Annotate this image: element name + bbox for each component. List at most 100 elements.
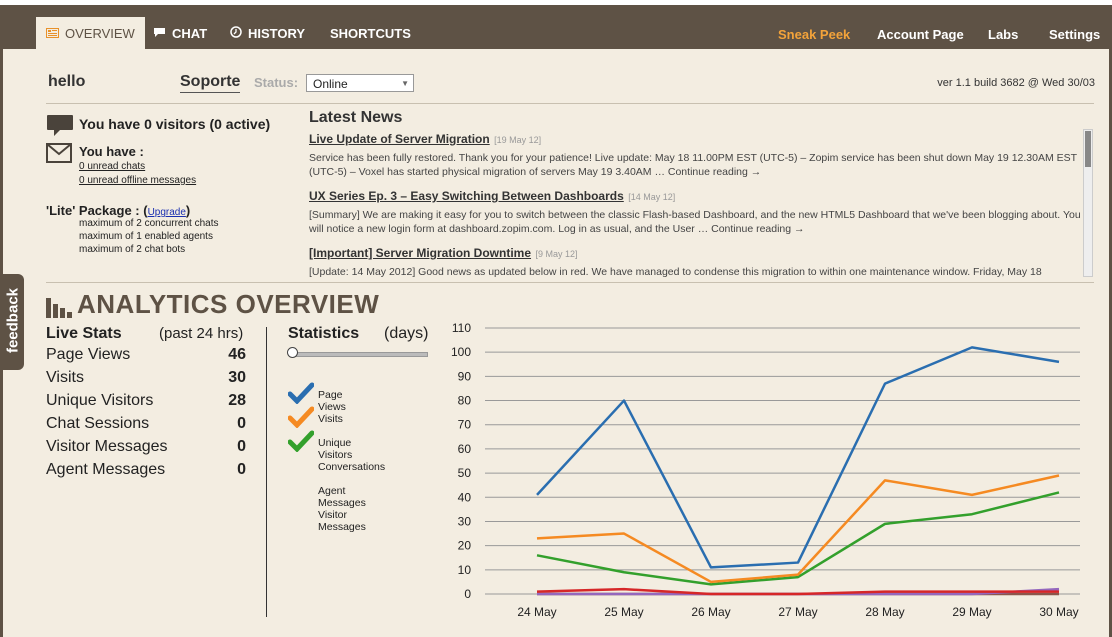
checkmark-icon xyxy=(288,382,314,404)
news-headline-link[interactable]: UX Series Ep. 3 – Easy Switching Between… xyxy=(309,189,624,203)
status-value: Online xyxy=(313,77,348,91)
tab-history[interactable]: HISTORY xyxy=(230,17,305,49)
y-tick-label: 70 xyxy=(458,418,472,432)
sneak-peek-link[interactable]: Sneak Peek xyxy=(778,27,850,42)
x-tick-label: 29 May xyxy=(952,605,991,619)
tab-shortcuts[interactable]: SHORTCUTS xyxy=(330,17,411,49)
stat-value: 0 xyxy=(237,438,246,455)
stat-row: Visits 30 xyxy=(46,369,246,389)
column-divider xyxy=(266,327,267,617)
news-body: Service has been fully restored. Thank y… xyxy=(309,152,1077,178)
x-tick-label: 28 May xyxy=(865,605,904,619)
stat-row: Agent Messages 0 xyxy=(46,461,246,481)
y-tick-label: 60 xyxy=(458,442,472,456)
stat-label: Chat Sessions xyxy=(46,415,150,432)
legend-label: Page Views xyxy=(318,389,346,413)
divider xyxy=(46,282,1094,283)
y-tick-label: 10 xyxy=(458,563,472,577)
legend-label: Unique Visitors xyxy=(318,437,353,461)
stat-row: Visitor Messages 0 xyxy=(46,438,246,458)
series-line xyxy=(536,474,1060,584)
stat-value: 30 xyxy=(228,369,246,386)
package-line: maximum of 1 enabled agents xyxy=(79,231,213,242)
feedback-label: feedback xyxy=(4,287,22,354)
department-selector[interactable]: Soporte xyxy=(180,73,241,93)
chevron-down-icon: ▼ xyxy=(401,79,409,88)
news-headline-link[interactable]: Live Update of Server Migration xyxy=(309,132,490,146)
upgrade-link[interactable]: Upgrade xyxy=(148,207,186,218)
version-info: ver 1.1 build 3682 @ Wed 30/03 xyxy=(937,77,1095,89)
speech-bubble-icon xyxy=(46,114,74,143)
news-scrollbar[interactable] xyxy=(1083,129,1093,277)
stat-label: Agent Messages xyxy=(46,461,166,478)
checkmark-icon xyxy=(288,406,314,428)
x-tick-label: 27 May xyxy=(778,605,817,619)
stat-row: Chat Sessions 0 xyxy=(46,415,246,435)
days-slider-track[interactable] xyxy=(290,352,428,357)
unread-offline-link[interactable]: 0 unread offline messages xyxy=(79,175,196,186)
package-line: maximum of 2 concurrent chats xyxy=(79,218,219,229)
news-headline-link[interactable]: [Important] Server Migration Downtime xyxy=(309,246,531,260)
package-info: 'Lite' Package : (Upgrade) xyxy=(46,203,191,218)
tab-overview[interactable]: OVERVIEW xyxy=(36,17,145,49)
news-feed[interactable]: Live Update of Server Migration [19 May … xyxy=(309,130,1081,278)
stat-value: 28 xyxy=(228,392,246,409)
stat-label: Visitor Messages xyxy=(46,438,168,455)
stat-label: Page Views xyxy=(46,346,131,363)
stat-label: Unique Visitors xyxy=(46,392,154,409)
tab-chat[interactable]: CHAT xyxy=(153,17,207,49)
bar-chart-icon xyxy=(46,296,72,323)
statistics-subtitle: (days) xyxy=(384,325,429,342)
legend-label: Visits xyxy=(318,413,343,425)
chat-bubble-icon xyxy=(153,26,166,41)
stat-row: Page Views 46 xyxy=(46,346,246,366)
news-item: Live Update of Server Migration [19 May … xyxy=(309,130,1081,179)
y-tick-label: 40 xyxy=(458,490,472,504)
news-body: [Summary] We are making it easy for you … xyxy=(309,209,1081,235)
news-date: [19 May 12] xyxy=(494,135,542,145)
dashboard-icon xyxy=(46,26,59,41)
divider xyxy=(46,103,1094,104)
news-date: [9 May 12] xyxy=(535,249,578,259)
labs-link[interactable]: Labs xyxy=(988,27,1018,42)
feedback-tab[interactable]: feedback xyxy=(2,274,24,370)
clock-icon xyxy=(230,25,242,41)
package-line: maximum of 2 chat bots xyxy=(79,244,186,255)
news-body: [Update: 14 May 2012] Good news as updat… xyxy=(309,266,1042,278)
you-have-label: You have : xyxy=(79,144,144,159)
live-stats-title: Live Stats xyxy=(46,325,122,342)
stat-row: Unique Visitors 28 xyxy=(46,392,246,412)
stat-value: 0 xyxy=(237,461,246,478)
x-tick-label: 26 May xyxy=(691,605,730,619)
y-tick-label: 110 xyxy=(452,321,471,335)
legend-label: Conversations xyxy=(318,461,386,473)
legend-label: Visitor Messages xyxy=(318,509,366,533)
news-item: [Important] Server Migration Downtime [9… xyxy=(309,244,1081,278)
package-title: 'Lite' Package : xyxy=(46,203,140,218)
y-tick-label: 30 xyxy=(458,514,472,528)
series-line xyxy=(536,491,1060,586)
latest-news-heading: Latest News xyxy=(309,109,403,126)
status-label: Status: xyxy=(254,75,299,90)
x-tick-label: 30 May xyxy=(1039,605,1078,619)
scrollbar-thumb[interactable] xyxy=(1085,131,1091,167)
y-tick-label: 0 xyxy=(464,587,471,601)
news-item: UX Series Ep. 3 – Easy Switching Between… xyxy=(309,187,1081,236)
stat-value: 46 xyxy=(228,346,246,363)
envelope-icon xyxy=(46,143,72,168)
stat-value: 0 xyxy=(237,415,246,432)
analytics-line-chart: 0 10 20 30 40 50 60 70 80 90 100 110 24 May 25 May 26 … xyxy=(451,321,1080,619)
x-tick-label: 24 May xyxy=(517,605,556,619)
status-dropdown[interactable]: Online ▼ xyxy=(306,74,414,92)
y-tick-label: 20 xyxy=(458,539,472,553)
statistics-title: Statistics xyxy=(288,325,360,342)
y-tick-label: 80 xyxy=(458,394,472,408)
legend-label: Agent Messages xyxy=(318,485,366,509)
account-page-link[interactable]: Account Page xyxy=(877,27,964,42)
days-slider-handle[interactable] xyxy=(287,347,298,358)
checkmark-icon xyxy=(288,430,314,452)
top-navigation: OVERVIEW CHAT HISTORY SHORTCUTS Sneak Pe… xyxy=(0,5,1112,49)
settings-link[interactable]: Settings xyxy=(1049,27,1100,42)
analytics-title: ANALYTICS OVERVIEW xyxy=(77,289,380,319)
unread-chats-link[interactable]: 0 unread chats xyxy=(79,161,145,172)
